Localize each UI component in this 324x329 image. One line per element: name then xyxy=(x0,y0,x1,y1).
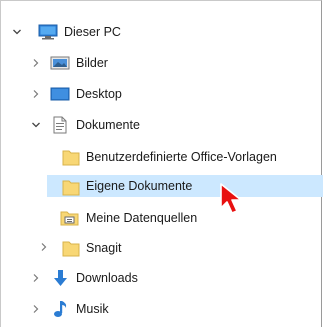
tree-item-meine-datenquellen[interactable]: Meine Datenquellen xyxy=(1,206,323,228)
tree-item-label: Musik xyxy=(76,302,109,316)
folder-icon xyxy=(62,148,80,166)
documents-folder-icon xyxy=(52,116,70,134)
tree-item-label: Dieser PC xyxy=(64,25,121,39)
downloads-icon xyxy=(52,269,70,286)
chevron-down-icon[interactable] xyxy=(12,27,22,37)
tree-item-label: Meine Datenquellen xyxy=(86,211,198,225)
tree-item-desktop[interactable]: Desktop xyxy=(1,83,323,105)
tree-item-bilder[interactable]: Bilder xyxy=(1,52,323,74)
tree-item-label: Desktop xyxy=(76,87,122,101)
tree-item-downloads[interactable]: Downloads xyxy=(1,267,323,289)
chevron-right-icon[interactable] xyxy=(39,242,49,252)
navigation-pane: Dieser PC Bilder Desktop Dokumente Benut… xyxy=(0,0,323,327)
tree-item-eigene-dokumente[interactable]: Eigene Dokumente xyxy=(47,175,323,197)
computer-icon xyxy=(38,24,58,40)
cursor-arrow-icon xyxy=(218,181,248,215)
data-sources-folder-icon xyxy=(60,209,79,226)
pictures-folder-icon xyxy=(50,55,70,71)
chevron-down-icon[interactable] xyxy=(31,120,41,130)
chevron-right-icon[interactable] xyxy=(31,89,41,99)
chevron-right-icon[interactable] xyxy=(31,273,41,283)
chevron-right-icon[interactable] xyxy=(31,58,41,68)
desktop-folder-icon xyxy=(50,86,70,102)
tree-item-label: Dokumente xyxy=(76,118,140,132)
folder-icon xyxy=(62,178,80,196)
tree-item-snagit[interactable]: Snagit xyxy=(1,236,323,258)
tree-item-dokumente[interactable]: Dokumente xyxy=(1,114,323,136)
folder-icon xyxy=(62,239,80,257)
tree-item-label: Benutzerdefinierte Office-Vorlagen xyxy=(86,150,277,164)
chevron-right-icon[interactable] xyxy=(31,304,41,314)
music-icon xyxy=(53,300,71,317)
tree-item-label: Eigene Dokumente xyxy=(86,179,193,193)
tree-item-dieser-pc[interactable]: Dieser PC xyxy=(1,21,323,43)
tree-item-label: Downloads xyxy=(76,271,138,285)
tree-item-office-vorlagen[interactable]: Benutzerdefinierte Office-Vorlagen xyxy=(1,145,323,167)
tree-item-label: Bilder xyxy=(76,56,108,70)
tree-item-musik[interactable]: Musik xyxy=(1,298,323,320)
tree-item-label: Snagit xyxy=(86,241,122,255)
